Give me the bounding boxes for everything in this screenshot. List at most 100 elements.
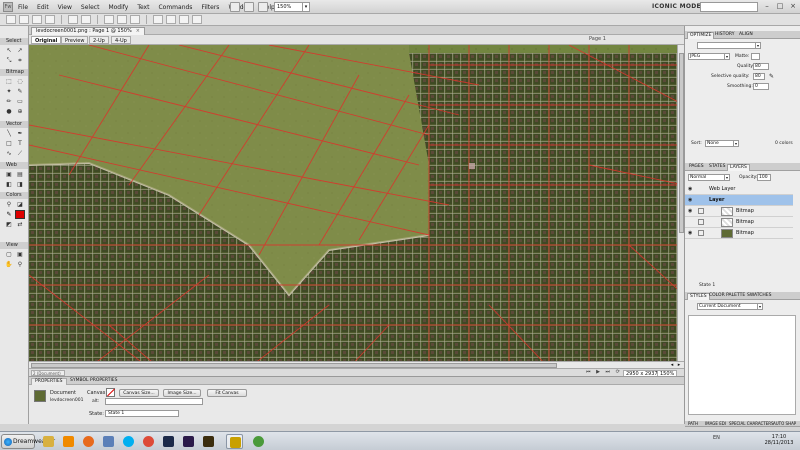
alt-text-input[interactable] [105, 398, 203, 405]
task-app[interactable] [100, 434, 117, 449]
fit-canvas-button[interactable]: Fit Canvas [207, 389, 247, 397]
tab-color-palette[interactable]: COLOR PALETTE [707, 293, 747, 299]
state-navigation[interactable]: ⏮ ▶ ⏭ ⟳ [586, 369, 622, 376]
close-icon[interactable]: × [136, 28, 140, 34]
task-skype[interactable] [120, 434, 137, 449]
new-file-icon[interactable] [6, 15, 16, 24]
tab-4up[interactable]: 4-Up [111, 36, 131, 44]
menu-edit[interactable]: Edit [37, 4, 49, 11]
tab-align[interactable]: ALIGN [737, 32, 755, 38]
menu-view[interactable]: View [58, 4, 72, 11]
paint-bucket-icon[interactable]: ◪ [15, 200, 25, 209]
pencil-tool-icon[interactable]: ✏ [4, 97, 14, 106]
group-icon[interactable] [153, 15, 163, 24]
task-explorer[interactable] [40, 434, 57, 449]
lasso-tool-icon[interactable]: ◌ [15, 77, 25, 86]
task-after-effects[interactable] [180, 434, 197, 449]
eye-icon[interactable]: ◉ [688, 208, 692, 214]
search-input[interactable] [700, 2, 758, 12]
standard-screen-icon[interactable]: ▢ [4, 250, 14, 259]
blend-mode-select[interactable]: Normal ▾ [688, 174, 730, 181]
layer-row-bitmap[interactable]: ◉ Bitmap [685, 206, 793, 217]
layer-row-selected[interactable]: ◉ Layer [685, 195, 793, 206]
task-fireworks[interactable] [226, 434, 243, 449]
copy-icon[interactable] [117, 15, 127, 24]
fill-color-swatch[interactable] [15, 210, 25, 219]
tab-preview[interactable]: Preview [61, 36, 89, 44]
cut-icon[interactable] [104, 15, 114, 24]
lock-icon[interactable] [698, 208, 704, 214]
task-firefox[interactable] [80, 434, 97, 449]
tab-history[interactable]: HISTORY [713, 32, 736, 38]
start-button[interactable]: Dreamweaver [1, 434, 55, 449]
paste-icon[interactable] [130, 15, 140, 24]
default-colors-icon[interactable]: ◩ [4, 220, 14, 229]
hand-tool-icon[interactable]: ✋ [4, 260, 14, 269]
document-tab[interactable]: levdocreen0001.png : Page 1 @ 150% × [31, 27, 145, 35]
freeform-tool-icon[interactable]: ∿ [4, 149, 14, 158]
sort-select[interactable]: None ▾ [705, 140, 739, 147]
tray-language[interactable]: EN [713, 435, 720, 441]
menu-select[interactable]: Select [81, 4, 100, 11]
tab-layers[interactable]: LAYERS [727, 164, 750, 171]
eraser-tool-icon[interactable]: ▭ [15, 97, 25, 106]
edit-pencil-icon[interactable]: ✎ [769, 73, 774, 80]
knife-tool-icon[interactable]: ⟋ [15, 149, 25, 158]
swap-colors-icon[interactable]: ⇄ [15, 220, 25, 229]
ungroup-icon[interactable] [166, 15, 176, 24]
minimize-button[interactable]: – [762, 1, 772, 12]
eyedropper-icon[interactable]: ⚲ [4, 200, 14, 209]
styles-list[interactable] [688, 315, 796, 415]
selective-quality-input[interactable]: 80 [753, 73, 765, 80]
task-chrome[interactable] [140, 434, 157, 449]
menu-text[interactable]: Text [137, 4, 149, 11]
subselect-tool-icon[interactable]: ↗ [15, 46, 25, 55]
blur-tool-icon[interactable]: ● [4, 107, 14, 116]
tab-auto-shape[interactable]: AUTO SHAP [771, 422, 798, 426]
redo-icon[interactable] [81, 15, 91, 24]
menu-file[interactable]: File [18, 4, 28, 11]
save-icon[interactable] [32, 15, 42, 24]
styles-select[interactable]: Current Document ▾ [697, 303, 763, 310]
tab-pages[interactable]: PAGES [687, 164, 706, 170]
menu-commands[interactable]: Commands [158, 4, 192, 11]
layer-row-web[interactable]: ◉ Web Layer [685, 184, 793, 195]
undo-icon[interactable] [68, 15, 78, 24]
tab-optimize[interactable]: OPTIMIZE [687, 32, 715, 39]
align-icon[interactable] [179, 15, 189, 24]
task-vlc[interactable] [60, 434, 77, 449]
rulers-icon[interactable] [258, 2, 268, 12]
tab-symbol-properties[interactable]: SYMBOL PROPERTIES [67, 378, 121, 384]
menu-modify[interactable]: Modify [108, 4, 128, 11]
tab-path[interactable]: PATH [686, 422, 700, 426]
full-screen-icon[interactable]: ▣ [15, 250, 25, 259]
tab-special-characters[interactable]: SPECIAL CHARACTERS [727, 422, 776, 426]
opacity-input[interactable]: 100 [757, 174, 771, 181]
tab-2up[interactable]: 2-Up [89, 36, 109, 44]
screen-mode-icon[interactable] [230, 2, 240, 12]
tab-properties[interactable]: PROPERTIES [31, 378, 67, 385]
marquee-tool-icon[interactable]: ⬚ [4, 77, 14, 86]
layer-row-bitmap[interactable]: Bitmap [685, 217, 793, 228]
state-select[interactable]: State 1 [105, 410, 179, 417]
open-file-icon[interactable] [19, 15, 29, 24]
quality-input[interactable]: 80 [753, 63, 769, 70]
workspace-switcher[interactable]: ICONIC MODE▾ [652, 3, 706, 10]
image-size-button[interactable]: Image Size... [163, 389, 201, 397]
canvas-size-button[interactable]: Canvas Size... [119, 389, 159, 397]
task-utorrent[interactable] [250, 434, 267, 449]
matte-swatch[interactable] [751, 53, 760, 60]
vertical-scrollbar[interactable] [677, 45, 684, 361]
rectangle-tool-icon[interactable]: □ [4, 139, 14, 148]
scale-tool-icon[interactable]: ⤡ [4, 56, 14, 65]
tab-states[interactable]: STATES [707, 164, 727, 170]
image-canvas[interactable] [29, 45, 684, 368]
lock-icon[interactable] [698, 230, 704, 236]
brush-tool-icon[interactable]: ✎ [15, 87, 25, 96]
clock[interactable]: 17:10 28/11/2013 [763, 434, 795, 446]
canvas-color-swatch[interactable] [106, 388, 115, 397]
lock-icon[interactable] [698, 219, 704, 225]
eye-icon[interactable]: ◉ [688, 186, 692, 192]
horizontal-scrollbar[interactable]: ◂ ▸ [29, 361, 684, 368]
rotate-icon[interactable] [192, 15, 202, 24]
